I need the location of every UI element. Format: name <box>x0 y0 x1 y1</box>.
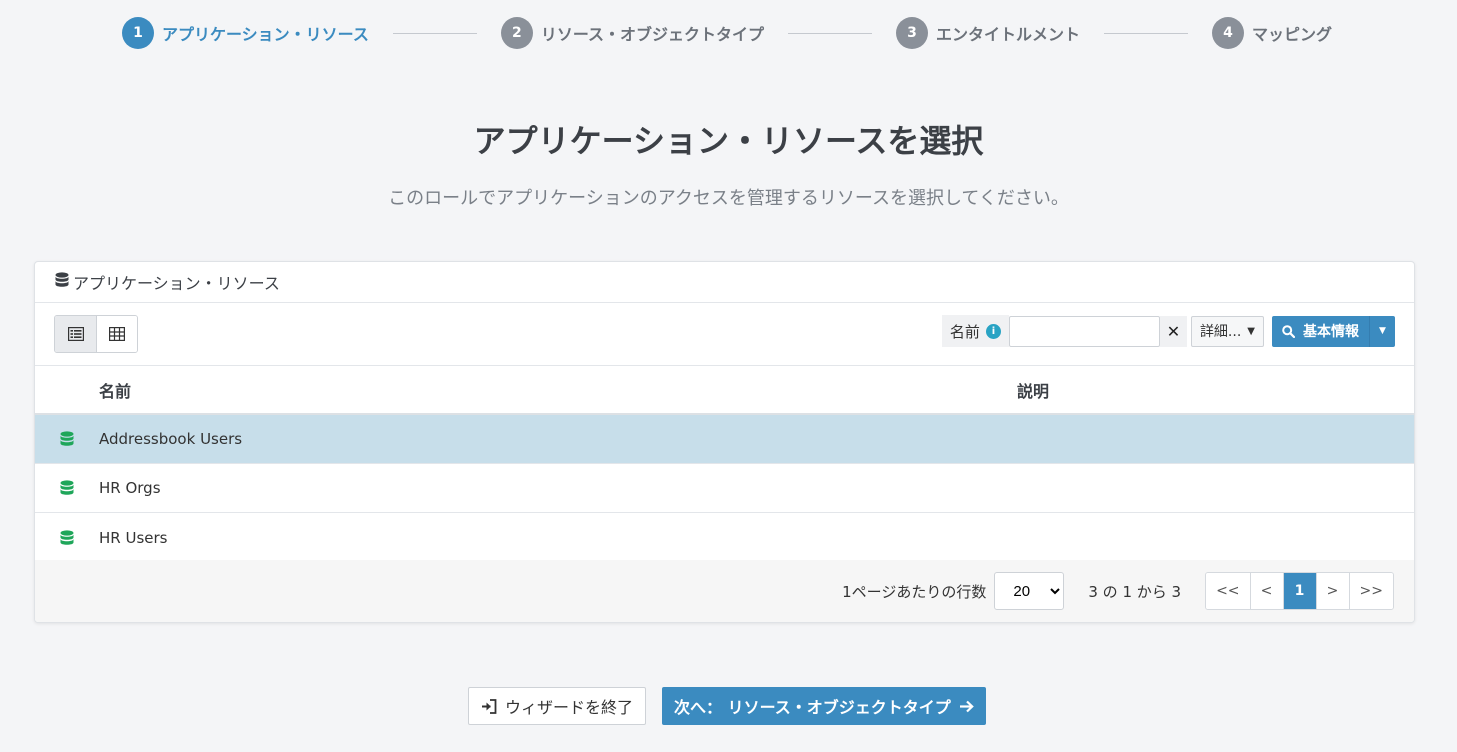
rows-per-page-select[interactable]: 20 <box>994 572 1065 610</box>
row-name: HR Orgs <box>99 479 161 497</box>
table-footer: 1ページあたりの行数 20 3 の 1 から 3 << < 1 > >> <box>35 560 1414 622</box>
table-row[interactable]: Addressbook Users <box>35 415 1414 464</box>
row-name: Addressbook Users <box>99 430 243 448</box>
step-divider <box>788 32 872 34</box>
next-step-label: 次へ： リソース・オブジェクトタイプ <box>674 698 951 717</box>
database-icon <box>35 431 99 447</box>
rows-per-page-label: 1ページあたりの行数 <box>842 582 987 601</box>
search-button-group: 基本情報 ▼ <box>1272 315 1395 347</box>
info-icon[interactable]: i <box>985 323 1001 339</box>
card-header: アプリケーション・リソース <box>35 262 1414 303</box>
list-view-button[interactable] <box>55 316 96 352</box>
table-row[interactable]: HR Orgs <box>35 464 1414 513</box>
database-icon <box>35 529 99 546</box>
step-divider <box>392 32 477 34</box>
name-filter-input[interactable] <box>1008 315 1160 347</box>
step-label: マッピング <box>1251 25 1332 44</box>
clear-filter-button[interactable]: ✕ <box>1159 315 1187 347</box>
next-page-button[interactable]: > <box>1315 573 1349 609</box>
caret-down-icon: ▼ <box>1247 325 1255 337</box>
card-title: アプリケーション・リソース <box>73 274 280 293</box>
database-icon <box>35 480 99 496</box>
first-page-button[interactable]: << <box>1206 573 1250 609</box>
filter-area: 名前 i ✕ 詳細... ▼ 基本情報 ▼ <box>941 315 1395 347</box>
search-button-label: 基本情報 <box>1303 324 1359 340</box>
database-icon <box>55 272 69 292</box>
step-label: リソース・オブジェクトタイプ <box>540 25 765 44</box>
wizard-actions: ウィザードを終了 次へ： リソース・オブジェクトタイプ <box>468 687 986 725</box>
advanced-filter-label: 詳細... <box>1199 324 1242 340</box>
last-page-button[interactable]: >> <box>1348 573 1393 609</box>
resource-card: アプリケーション・リソース 名前 i ✕ 詳細... ▼ 基本情報 ▼ 名前 説… <box>34 261 1415 623</box>
filter-label-text: 名前 <box>949 322 980 341</box>
pagination: << < 1 > >> <box>1205 572 1394 610</box>
table-toolbar: 名前 i ✕ 詳細... ▼ 基本情報 ▼ <box>35 303 1414 366</box>
page-subtitle: このロールでアプリケーションのアクセスを管理するリソースを選択してください。 <box>388 188 1069 209</box>
advanced-filter-button[interactable]: 詳細... ▼ <box>1190 315 1264 347</box>
step-1: 1 アプリケーション・リソース <box>122 17 369 49</box>
step-number: 4 <box>1211 17 1244 49</box>
prev-page-button[interactable]: < <box>1249 573 1283 609</box>
step-2: 2 リソース・オブジェクトタイプ <box>500 17 765 49</box>
wizard-stepper: 1 アプリケーション・リソース 2 リソース・オブジェクトタイプ 3 エンタイト… <box>122 16 1332 50</box>
caret-down-icon: ▼ <box>1379 326 1386 336</box>
current-page-button[interactable]: 1 <box>1282 573 1316 609</box>
filter-label: 名前 i <box>941 315 1009 347</box>
row-name: HR Users <box>99 528 168 547</box>
step-divider <box>1104 32 1188 34</box>
step-label: エンタイトルメント <box>936 25 1081 44</box>
table-row[interactable]: HR Users <box>35 513 1414 562</box>
search-icon <box>1282 324 1295 338</box>
step-4: 4 マッピング <box>1211 17 1332 49</box>
exit-wizard-button[interactable]: ウィザードを終了 <box>468 687 647 725</box>
list-icon <box>67 327 84 341</box>
page-title: アプリケーション・リソースを選択 <box>473 122 984 160</box>
column-header-description[interactable]: 説明 <box>1017 378 1049 402</box>
view-toggle <box>54 315 138 353</box>
search-button[interactable]: 基本情報 <box>1272 316 1369 347</box>
step-label: アプリケーション・リソース <box>162 25 369 44</box>
arrow-right-icon <box>959 700 974 712</box>
pagination-range: 3 の 1 から 3 <box>1088 582 1182 601</box>
table-header: 名前 説明 <box>35 366 1414 415</box>
step-number: 2 <box>500 17 533 49</box>
grid-view-button[interactable] <box>96 316 137 352</box>
sign-out-icon <box>482 698 497 714</box>
exit-wizard-label: ウィザードを終了 <box>505 698 634 717</box>
step-number: 1 <box>122 17 154 49</box>
step-3: 3 エンタイトルメント <box>896 17 1080 49</box>
step-number: 3 <box>896 17 928 49</box>
column-header-name[interactable]: 名前 <box>99 378 1017 402</box>
search-options-dropdown[interactable]: ▼ <box>1369 315 1395 347</box>
grid-icon <box>109 327 125 341</box>
next-step-button[interactable]: 次へ： リソース・オブジェクトタイプ <box>662 687 986 725</box>
